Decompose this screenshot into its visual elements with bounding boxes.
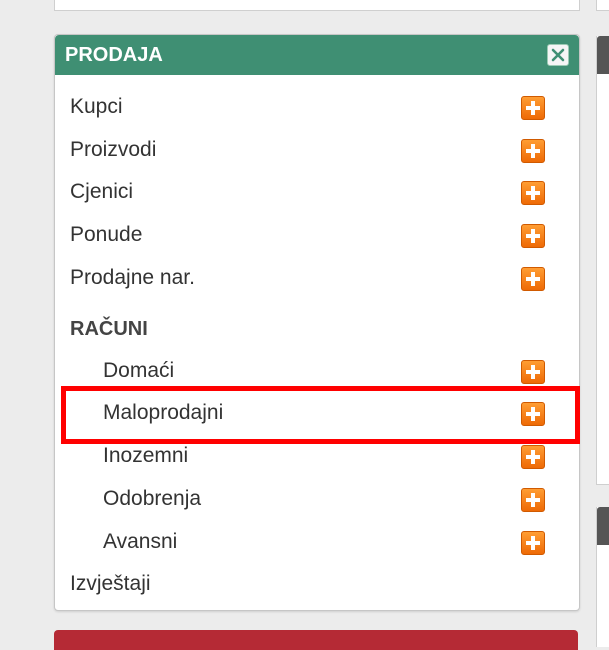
plus-icon[interactable] (521, 445, 545, 469)
plus-icon[interactable] (521, 360, 545, 384)
panel-title: PRODAJA (65, 44, 163, 66)
menu-item-label[interactable]: Inozemni (103, 436, 188, 476)
right-column-panel-edge (596, 0, 609, 11)
menu-item-izvjestaji[interactable]: Izvještaji (55, 564, 579, 604)
right-column-panel (596, 36, 609, 485)
menu-item-prodajne-nar[interactable]: Prodajne nar. (55, 258, 579, 298)
menu-item-label[interactable]: Odobrenja (103, 479, 201, 519)
plus-icon[interactable] (521, 96, 545, 120)
menu-item-maloprodajni[interactable]: Maloprodajni (55, 393, 579, 433)
menu-item-cjenici[interactable]: Cjenici (55, 172, 579, 212)
plus-icon[interactable] (521, 531, 545, 555)
menu-item-label[interactable]: Maloprodajni (103, 393, 223, 433)
menu-item-odobrenja[interactable]: Odobrenja (55, 479, 579, 519)
next-panel-header (54, 630, 578, 650)
menu-item-label[interactable]: Prodajne nar. (70, 258, 195, 298)
menu-item-domaci[interactable]: Domaći (55, 351, 579, 391)
plus-icon[interactable] (521, 402, 545, 426)
menu-item-inozemni[interactable]: Inozemni (55, 436, 579, 476)
menu-item-label[interactable]: Kupci (70, 87, 123, 127)
close-icon[interactable] (547, 44, 569, 66)
menu-item-label[interactable]: Ponude (70, 215, 142, 255)
section-title-racuni: RAČUNI (70, 318, 148, 340)
prodaja-panel: PRODAJA Kupci Proizvodi Cjenici Ponude P… (54, 34, 580, 611)
right-column-panel-lower (596, 507, 609, 647)
menu-item-proizvodi[interactable]: Proizvodi (55, 130, 579, 170)
plus-icon[interactable] (521, 488, 545, 512)
plus-icon[interactable] (521, 267, 545, 291)
menu-item-kupci[interactable]: Kupci (55, 87, 579, 127)
menu-item-avansni[interactable]: Avansni (55, 522, 579, 562)
plus-icon[interactable] (521, 139, 545, 163)
plus-icon[interactable] (521, 224, 545, 248)
panel-header: PRODAJA (55, 35, 579, 75)
right-panel-header (597, 36, 609, 74)
right-panel-header-lower (597, 507, 609, 545)
plus-icon[interactable] (521, 181, 545, 205)
menu-item-label[interactable]: Proizvodi (70, 130, 156, 170)
previous-panel-bottom (54, 0, 580, 11)
menu-item-label[interactable]: Domaći (103, 351, 174, 391)
menu-item-label[interactable]: Cjenici (70, 172, 133, 212)
menu-item-label[interactable]: Avansni (103, 522, 177, 562)
menu-item-label[interactable]: Izvještaji (70, 564, 151, 604)
menu-item-ponude[interactable]: Ponude (55, 215, 579, 255)
